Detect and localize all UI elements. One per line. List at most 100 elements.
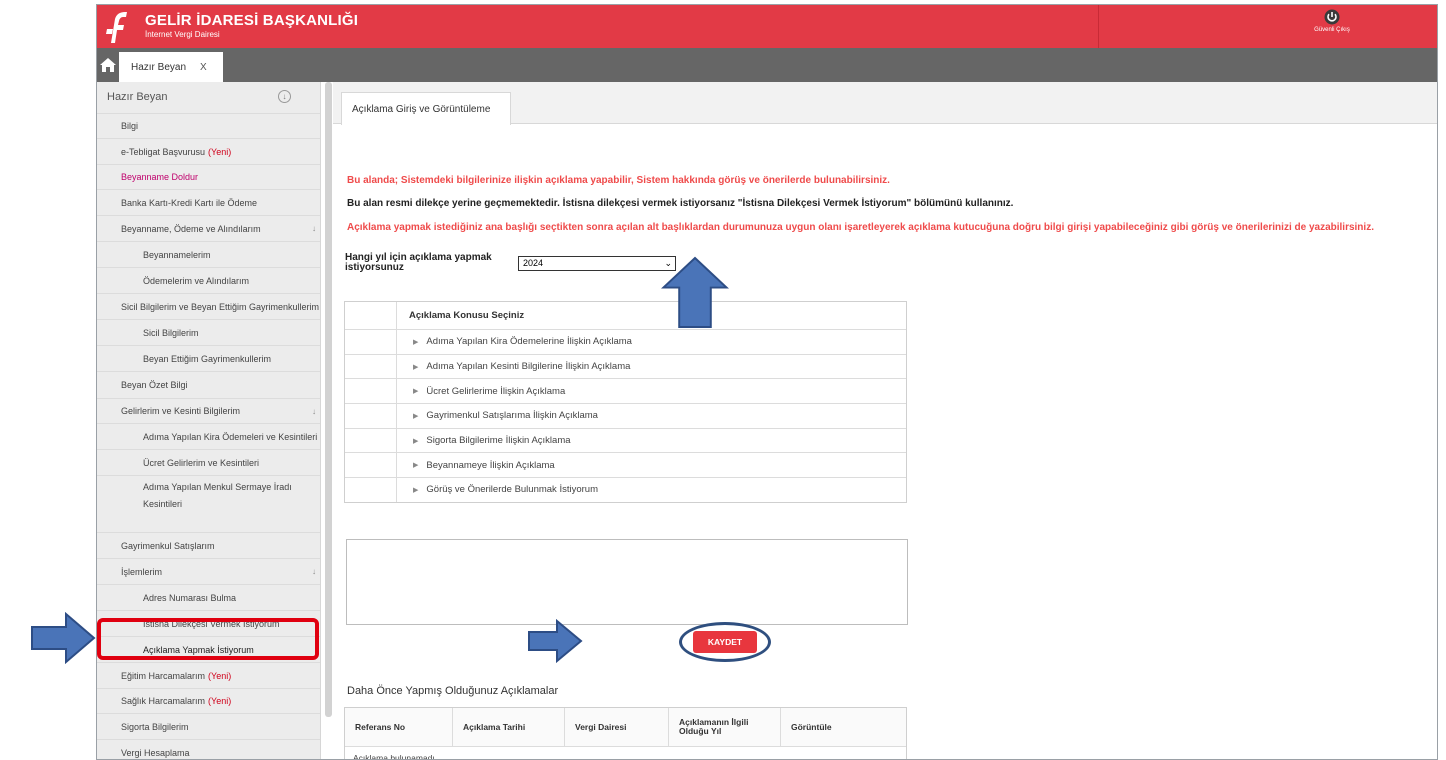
sidebar-item-label: e-Tebligat Başvurusu	[121, 146, 206, 157]
sidebar-item-saglik-harcamalarim[interactable]: Sağlık Harcamalarım (Yeni)	[97, 688, 320, 713]
previous-explanations-title: Daha Önce Yapmış Olduğunuz Açıklamalar	[347, 685, 559, 697]
topic-row[interactable]: ▶ Gayrimenkul Satışlarıma İlişkin Açıklam…	[345, 403, 906, 428]
tab-close-button[interactable]: X	[200, 62, 207, 73]
year-label: Hangi yıl için açıklama yapmak istiyorsu…	[345, 252, 492, 273]
sidebar-item-label: Sicil Bilgilerim	[143, 327, 199, 338]
topic-label: Gayrimenkul Satışlarıma İlişkin Açıklama	[426, 410, 598, 422]
sidebar-scrollbar[interactable]	[325, 82, 332, 717]
sidebar-header: Hazır Beyan ↓	[97, 82, 320, 113]
sidebar-item-label: Adıma Yapılan Menkul Sermaye İradı Kesin…	[143, 482, 292, 509]
topic-table-header: Açıklama Konusu Seçiniz	[345, 302, 906, 329]
year-select[interactable]: 2024 ⌄	[518, 256, 676, 271]
sidebar-item-vergi-hesaplama[interactable]: Vergi Hesaplama	[97, 739, 320, 759]
sidebar-item-label: Beyan Özet Bilgi	[121, 380, 188, 390]
sidebar-item-label: Beyanname, Ödeme ve Alındılarım	[121, 223, 261, 234]
topic-label: Adıma Yapılan Kesinti Bilgilerine İlişki…	[426, 361, 631, 373]
sidebar-item-kira-odemeleri[interactable]: Adıma Yapılan Kira Ödemeleri ve Kesintil…	[97, 423, 320, 449]
topic-row[interactable]: ▶ Adıma Yapılan Kira Ödemelerine İlişkin …	[345, 329, 906, 354]
previous-explanations-table: Referans No Açıklama Tarihi Vergi Daires…	[344, 707, 907, 759]
topic-header-label: Açıklama Konusu Seçiniz	[409, 310, 525, 321]
sidebar-item-beyannamelerim[interactable]: Beyannamelerim	[97, 241, 320, 267]
sidebar-item-bilgi[interactable]: Bilgi	[97, 113, 320, 138]
column-header: Vergi Dairesi	[565, 708, 669, 746]
sidebar-item-label: Adres Numarası Bulma	[143, 592, 237, 603]
tab-label: Hazır Beyan	[131, 61, 187, 73]
save-button[interactable]: KAYDET	[693, 631, 757, 653]
expand-triangle-icon: ▶	[413, 437, 419, 445]
topic-label: Ücret Gelirlerime İlişkin Açıklama	[426, 385, 566, 397]
sidebar-item-adres-numarasi[interactable]: Adres Numarası Bulma	[97, 584, 320, 610]
sidebar-item-gayrimenkul-satislarim[interactable]: Gayrimenkul Satışlarım	[97, 532, 320, 558]
sidebar-title: Hazır Beyan	[107, 91, 168, 103]
new-badge: (Yeni)	[208, 146, 232, 157]
sidebar-item-beyan-gayrimenkul[interactable]: Beyan Ettiğim Gayrimenkullerim	[97, 345, 320, 371]
sidebar-item-label: Ücret Gelirlerim ve Kesintileri	[143, 457, 260, 468]
topic-row[interactable]: ▶ Ücret Gelirlerime İlişkin Açıklama	[345, 378, 906, 404]
sidebar-item-beyan-ozet[interactable]: Beyan Özet Bilgi	[97, 371, 320, 398]
topic-label: Görüş ve Önerilerde Bulunmak İstiyorum	[426, 484, 598, 496]
tab-aciklama-giris[interactable]: Açıklama Giriş ve Görüntüleme	[341, 92, 511, 125]
sidebar-item-label: Beyannamelerim	[143, 249, 211, 260]
sidebar-item-label: Gayrimenkul Satışlarım	[121, 540, 215, 551]
expand-triangle-icon: ▶	[413, 486, 419, 494]
new-badge: (Yeni)	[208, 670, 232, 681]
empty-state-text: Açıklama bulunamadı.	[345, 746, 906, 759]
sidebar-item-label: Beyanname Doldur	[121, 172, 199, 182]
comment-textarea[interactable]	[346, 539, 908, 625]
logout-button[interactable]: Güvenli Çıkış	[1309, 9, 1355, 33]
sidebar-item-menkul-sermaye[interactable]: Adıma Yapılan Menkul Sermaye İradı Kesin…	[97, 475, 320, 516]
topic-row[interactable]: ▶ Beyannameye İlişkin Açıklama	[345, 452, 906, 478]
info-message-2: Bu alan resmi dilekçe yerine geçmemekted…	[347, 198, 1014, 209]
sidebar-item-islemlerim[interactable]: İşlemlerim ↓	[97, 558, 320, 584]
column-header: Açıklama Tarihi	[453, 708, 565, 746]
home-icon	[100, 58, 116, 72]
sidebar-item-label: Beyan Ettiğim Gayrimenkullerim	[143, 353, 272, 364]
expand-triangle-icon: ▶	[413, 462, 419, 470]
sidebar-item-beyanname-odeme[interactable]: Beyanname, Ödeme ve Alındılarım ↓	[97, 215, 320, 241]
logout-label: Güvenli Çıkış	[1314, 27, 1350, 33]
topic-row[interactable]: ▶ Görüş ve Önerilerde Bulunmak İstiyorum	[345, 477, 906, 502]
sidebar-item-e-tebligat[interactable]: e-Tebligat Başvurusu (Yeni)	[97, 138, 320, 164]
expand-triangle-icon: ▶	[413, 388, 419, 396]
expand-arrow-icon: ↓	[312, 406, 316, 416]
tab-hazir-beyan[interactable]: Hazır Beyan X	[119, 52, 223, 82]
sidebar-item-egitim-harcamalarim[interactable]: Eğitim Harcamalarım (Yeni)	[97, 662, 320, 688]
expand-triangle-icon: ▶	[413, 412, 419, 420]
annotation-highlight-box	[97, 618, 319, 660]
sidebar-item-ucret-gelirlerim[interactable]: Ücret Gelirlerim ve Kesintileri	[97, 449, 320, 475]
sidebar-item-label: Banka Kartı-Kredi Kartı ile Ödeme	[121, 197, 258, 208]
sidebar-item-sicil-gayrimenkul[interactable]: Sicil Bilgilerim ve Beyan Ettiğim Gayrim…	[97, 293, 320, 319]
expand-triangle-icon: ▶	[413, 338, 419, 346]
topic-label: Beyannameye İlişkin Açıklama	[426, 459, 555, 471]
annotation-arrow-year	[661, 256, 729, 329]
main-content: Açıklama Giriş ve Görüntüleme Bu alanda;…	[333, 82, 1437, 759]
expand-arrow-icon: ↓	[312, 224, 316, 233]
new-badge: (Yeni)	[208, 696, 232, 706]
app-header: GELİR İDARESİ BAŞKANLIĞI İnternet Vergi …	[97, 5, 1437, 48]
sidebar-item-label: Vergi Hesaplama	[121, 747, 190, 758]
topic-label: Adıma Yapılan Kira Ödemelerine İlişkin A…	[426, 336, 632, 348]
topic-row[interactable]: ▶ Sigorta Bilgilerime İlişkin Açıklama	[345, 427, 906, 453]
header-divider	[1098, 5, 1099, 48]
sidebar-item-odemelerim[interactable]: Ödemelerim ve Alındılarım	[97, 267, 320, 293]
content-tab-strip: Açıklama Giriş ve Görüntüleme	[333, 82, 1437, 125]
power-icon	[1324, 9, 1340, 25]
previous-table-header: Referans No Açıklama Tarihi Vergi Daires…	[345, 708, 906, 746]
sidebar-item-sigorta-bilgilerim[interactable]: Sigorta Bilgilerim	[97, 713, 320, 739]
sidebar-item-banka-karti[interactable]: Banka Kartı-Kredi Kartı ile Ödeme	[97, 189, 320, 215]
sidebar-item-label: Ödemelerim ve Alındılarım	[143, 275, 250, 286]
top-tab-bar: Hazır Beyan X	[97, 48, 1437, 82]
sidebar-item-beyanname-doldur[interactable]: Beyanname Doldur	[97, 164, 320, 189]
sidebar-item-gelirlerim[interactable]: Gelirlerim ve Kesinti Bilgilerim ↓	[97, 398, 320, 423]
topic-row[interactable]: ▶ Adıma Yapılan Kesinti Bilgilerine İlişk…	[345, 353, 906, 379]
sidebar-item-label: Adıma Yapılan Kira Ödemeleri ve Kesintil…	[143, 431, 318, 442]
annotation-arrow-save	[528, 619, 583, 663]
sidebar-item-label: Sicil Bilgilerim ve Beyan Ettiğim Gayrim…	[121, 301, 320, 312]
sidebar-item-label: İşlemlerim	[121, 566, 163, 577]
home-button[interactable]	[97, 48, 119, 82]
sidebar-item-sicil-bilgilerim[interactable]: Sicil Bilgilerim	[97, 319, 320, 345]
sidebar-item-label: Bilgi	[121, 121, 139, 131]
gib-logo-icon	[106, 12, 127, 43]
collapse-icon[interactable]: ↓	[278, 90, 291, 103]
topic-label: Sigorta Bilgilerime İlişkin Açıklama	[426, 435, 571, 447]
